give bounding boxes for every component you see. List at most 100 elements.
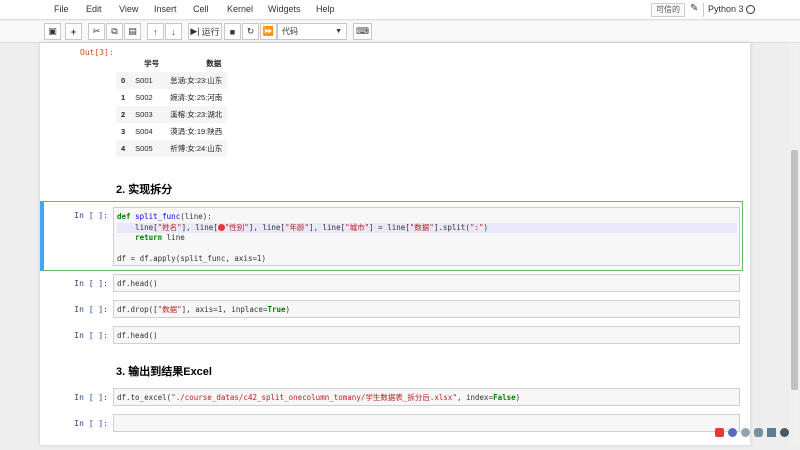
code-token: df.drop([ (117, 305, 158, 314)
code-line: df.head() (117, 279, 158, 288)
table-row: 3 S004 漠涓:女:19:陕西 (116, 123, 227, 140)
code-token: split_func (135, 212, 181, 221)
move-down-button[interactable]: ↓ (165, 23, 182, 40)
scrollbar-thumb[interactable] (791, 150, 798, 390)
code-token: "年龄" (284, 222, 309, 232)
code-token: return (135, 233, 163, 242)
step-forward-icon: ▶| (190, 26, 200, 36)
code-token: "数据" (409, 222, 434, 232)
menu-widgets[interactable]: Widgets (268, 4, 301, 14)
restart-icon: ↻ (246, 26, 255, 36)
menu-edit[interactable]: Edit (86, 4, 102, 14)
code-token: "性别" (224, 222, 249, 232)
moon-icon[interactable] (728, 428, 737, 437)
code-token: ], line[ (181, 222, 218, 232)
code-token: df.to_excel( (117, 393, 172, 402)
code-cell-drop[interactable]: df.drop(["数据"], axis=1, inplace=True) (113, 300, 740, 318)
cursor-icon (217, 224, 225, 231)
code-token: True (267, 305, 286, 314)
save-button[interactable]: ▣ (44, 23, 61, 40)
paste-button[interactable]: ▤ (124, 23, 141, 40)
trusted-badge[interactable]: 可信的 (651, 3, 685, 17)
code-cell-head-1[interactable]: df.head() (113, 274, 740, 292)
code-token: ], axis=1, inplace= (181, 305, 268, 314)
cell-id: S005 (130, 140, 166, 157)
mic-icon[interactable] (754, 428, 763, 437)
code-token: "./course_datas/c42_split_onecolumn_toma… (171, 393, 457, 402)
interrupt-button[interactable]: ■ (224, 23, 241, 40)
paste-icon: ▤ (128, 26, 137, 36)
cell-data: 婉清:女:25:河南 (170, 93, 223, 102)
fast-forward-icon: ⏩ (262, 26, 275, 36)
menu-file[interactable]: File (54, 4, 69, 14)
keyboard-tray-icon[interactable] (767, 428, 776, 437)
notebook-container: Out[3]: 学号 数据 0 S001 怠涵:女:23:山东 1 S002 婉… (40, 43, 750, 445)
code-cell-head-2[interactable]: df.head() (113, 326, 740, 344)
scissors-icon: ✂ (92, 26, 101, 36)
cell-id: S002 (135, 93, 153, 102)
menu-kernel[interactable]: Kernel (227, 4, 253, 14)
stop-icon: ■ (229, 26, 236, 37)
pencil-icon[interactable]: ✎ (690, 3, 698, 14)
ime-icon[interactable] (715, 428, 724, 437)
index-header (116, 55, 130, 72)
input-prompt: In [ ]: (74, 279, 108, 288)
code-token: "姓名" (157, 222, 182, 232)
dot-icon[interactable] (741, 428, 750, 437)
code-token: (line): (180, 212, 212, 221)
column-header: 数据 (206, 59, 222, 68)
menu-insert[interactable]: Insert (154, 4, 177, 14)
row-index: 2 (116, 106, 131, 123)
code-line: df = df.apply(split_func, axis=1) (117, 254, 267, 263)
code-line: df.head() (117, 331, 158, 340)
menu-cell[interactable]: Cell (193, 4, 209, 14)
cell-data: 溪榕:女:23:湖北 (165, 106, 228, 123)
chevron-down-icon: ▼ (335, 28, 342, 35)
output-prompt: Out[3]: (80, 48, 114, 57)
code-token: "数据" (157, 305, 182, 314)
code-token: "城市" (345, 222, 370, 232)
system-tray (715, 428, 789, 440)
code-cell-empty[interactable] (113, 414, 740, 432)
toolbar: ▣ + ✂ ⧉ ▤ ↑ ↓ ▶| 运行 ■ ↻ ⏩ 代码 ▼ ⌨ (0, 21, 800, 43)
input-prompt: In [ ]: (74, 419, 108, 428)
cut-button[interactable]: ✂ (88, 23, 105, 40)
cell-type-select[interactable]: 代码 ▼ (277, 23, 347, 40)
run-button[interactable]: ▶| 运行 (188, 23, 222, 40)
code-cell-split[interactable]: def split_func(line): line["姓名"], line["… (113, 207, 740, 266)
command-palette-button[interactable]: ⌨ (353, 23, 372, 40)
input-prompt: In [ ]: (74, 305, 108, 314)
row-index: 0 (116, 72, 131, 89)
menubar: File Edit View Insert Cell Kernel Widget… (0, 0, 800, 20)
code-token: def (117, 212, 136, 221)
copy-icon: ⧉ (111, 26, 118, 36)
section-heading-excel: 3. 输出到结果Excel (116, 366, 212, 378)
vertical-scrollbar[interactable] (790, 43, 799, 445)
kernel-divider (703, 3, 704, 17)
code-token: line[ (117, 222, 158, 232)
restart-button[interactable]: ↻ (242, 23, 259, 40)
insert-cell-button[interactable]: + (65, 23, 82, 40)
keyboard-icon: ⌨ (356, 26, 369, 36)
arrow-down-icon: ↓ (171, 26, 176, 37)
column-header: 学号 (144, 59, 160, 68)
cell-data: 祈博:女:24:山东 (165, 140, 228, 157)
section-heading-split: 2. 实现拆分 (116, 184, 173, 196)
table-row: 4 S005 祈博:女:24:山东 (116, 140, 228, 157)
code-token: ], line[ (308, 222, 346, 232)
copy-button[interactable]: ⧉ (106, 23, 123, 40)
table-row: 1 S002 婉清:女:25:河南 (116, 89, 227, 106)
restart-run-all-button[interactable]: ⏩ (260, 23, 277, 40)
run-label: 运行 (201, 27, 220, 37)
table-header-row: 学号 数据 (116, 55, 227, 72)
settings-tray-icon[interactable] (780, 428, 789, 437)
row-index: 1 (121, 93, 126, 102)
code-cell-to-excel[interactable]: df.to_excel("./course_datas/c42_split_on… (113, 388, 740, 406)
cell-data: 怠涵:女:23:山东 (165, 72, 228, 89)
table-row: 0 S001 怠涵:女:23:山东 (116, 72, 228, 89)
code-token: , index= (456, 393, 494, 402)
input-prompt: In [ ]: (74, 393, 108, 402)
move-up-button[interactable]: ↑ (147, 23, 164, 40)
menu-help[interactable]: Help (316, 4, 335, 14)
menu-view[interactable]: View (119, 4, 138, 14)
